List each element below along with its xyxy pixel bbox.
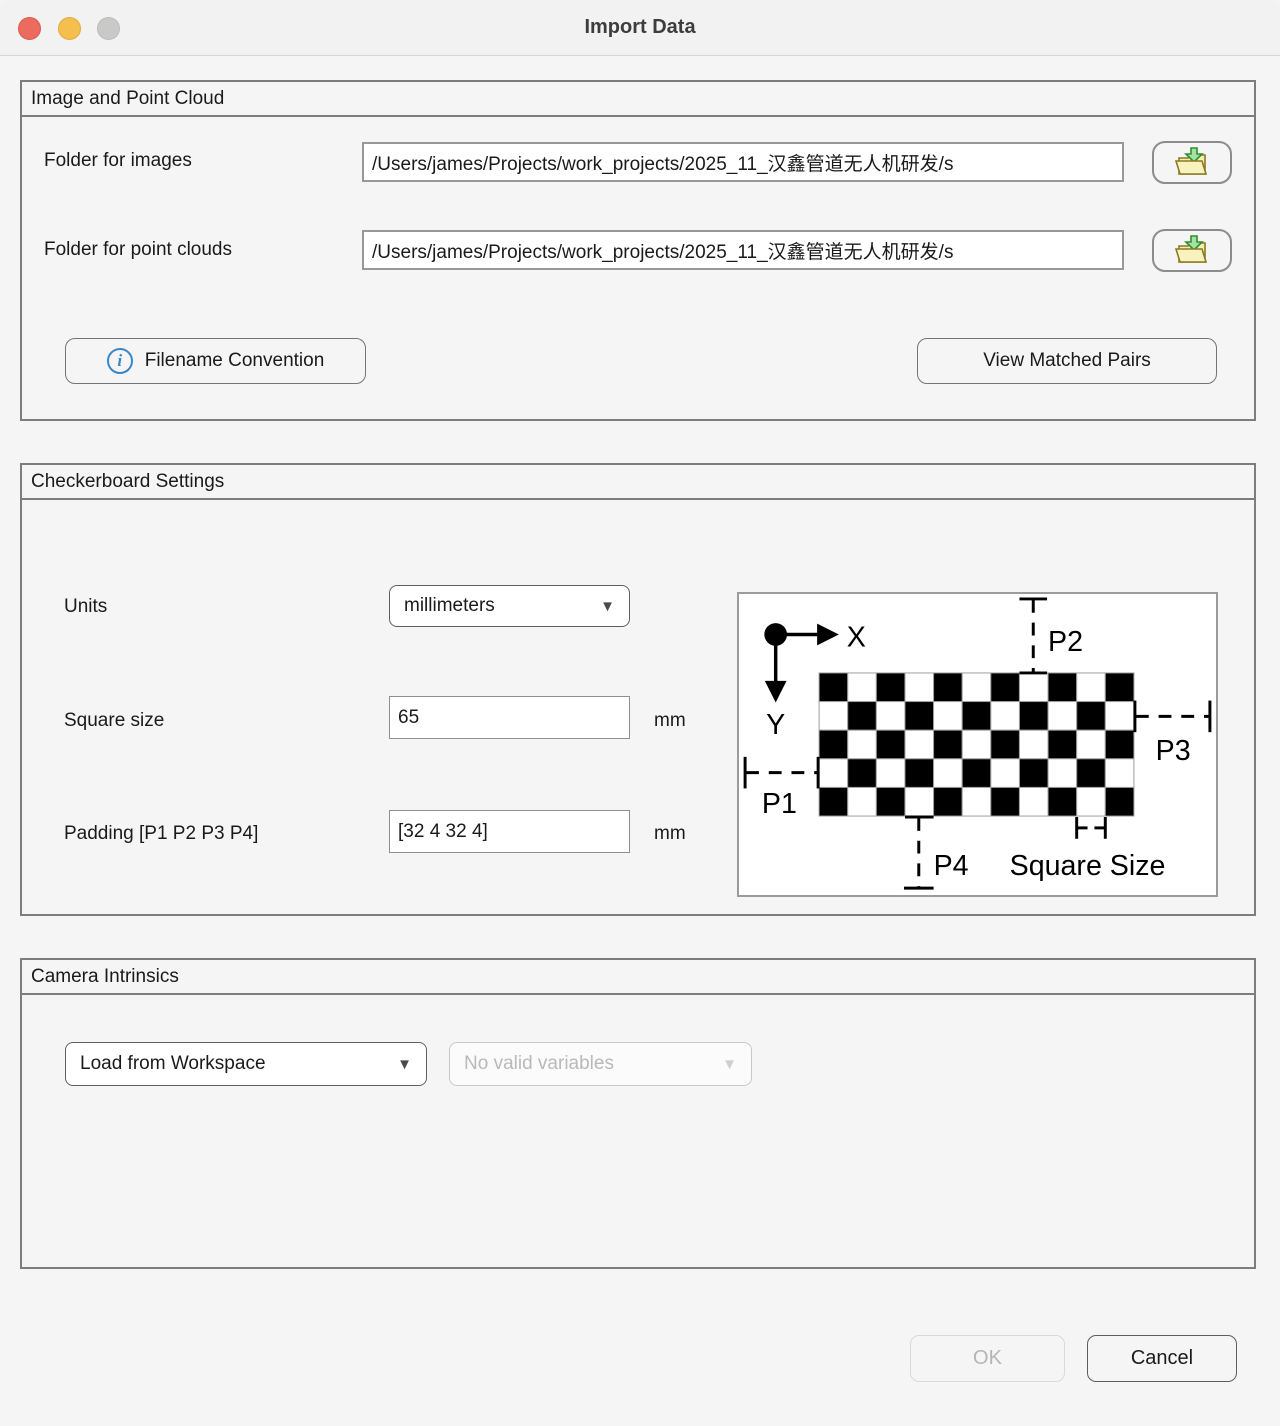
title-bar: Import Data: [0, 0, 1280, 56]
p2-label: P2: [1048, 626, 1083, 658]
square-size-label: Square size: [64, 710, 164, 732]
info-icon: i: [107, 348, 133, 374]
chevron-down-icon: ▼: [722, 1056, 751, 1073]
square-size-diagram-label: Square Size: [1010, 850, 1166, 882]
p1-dimension-line: [745, 757, 818, 789]
cancel-button-label: Cancel: [1131, 1347, 1193, 1370]
x-axis-label: X: [847, 621, 866, 653]
open-folder-icon: [1172, 234, 1212, 267]
section-camera-intrinsics: Camera Intrinsics Load from Workspace ▼ …: [20, 958, 1256, 1269]
view-matched-pairs-label: View Matched Pairs: [983, 350, 1151, 372]
open-folder-icon: [1172, 146, 1212, 179]
p1-label: P1: [762, 788, 797, 820]
units-dropdown[interactable]: millimeters ▼: [389, 585, 630, 627]
chevron-down-icon: ▼: [397, 1056, 426, 1073]
p2-dimension-line: [1019, 599, 1047, 673]
browse-clouds-folder-button[interactable]: [1152, 229, 1232, 272]
filename-convention-label: Filename Convention: [145, 350, 325, 372]
square-size-unit-label: mm: [654, 710, 686, 732]
cancel-button[interactable]: Cancel: [1087, 1335, 1237, 1382]
padding-input[interactable]: [389, 810, 630, 853]
p4-dimension-line: [904, 817, 934, 888]
intrinsics-variable-dropdown: No valid variables ▼: [449, 1042, 752, 1086]
intrinsics-variable-value: No valid variables: [450, 1053, 722, 1075]
p4-label: P4: [934, 850, 969, 882]
p3-label: P3: [1156, 735, 1191, 767]
browse-images-folder-button[interactable]: [1152, 141, 1232, 184]
section-title-camera-intrinsics: Camera Intrinsics: [22, 960, 1254, 995]
ok-button: OK: [910, 1335, 1065, 1382]
x-axis-arrow-icon: [817, 624, 839, 646]
units-dropdown-value: millimeters: [390, 595, 600, 617]
square-size-bracket: [1077, 817, 1106, 839]
ok-button-label: OK: [973, 1347, 1002, 1370]
filename-convention-button[interactable]: i Filename Convention: [65, 338, 366, 384]
view-matched-pairs-button[interactable]: View Matched Pairs: [917, 338, 1217, 384]
square-size-input[interactable]: [389, 696, 630, 739]
folder-images-label: Folder for images: [44, 150, 192, 172]
intrinsics-source-value: Load from Workspace: [66, 1053, 397, 1075]
p3-dimension-line: [1135, 701, 1210, 733]
section-title-checkerboard: Checkerboard Settings: [22, 465, 1254, 500]
units-label: Units: [64, 596, 107, 618]
checkerboard-diagram: X Y P2 P3 P1: [737, 592, 1218, 897]
window-title: Import Data: [0, 0, 1280, 55]
padding-label: Padding [P1 P2 P3 P4]: [64, 823, 258, 845]
folder-clouds-label: Folder for point clouds: [44, 239, 232, 261]
y-axis-label: Y: [766, 709, 785, 741]
section-image-and-point-cloud: Image and Point Cloud Folder for images …: [20, 80, 1256, 421]
intrinsics-source-dropdown[interactable]: Load from Workspace ▼: [65, 1042, 427, 1086]
checkerboard-cells: [819, 673, 1134, 816]
y-axis-arrow-icon: [765, 681, 787, 703]
padding-unit-label: mm: [654, 823, 686, 845]
chevron-down-icon: ▼: [600, 598, 629, 615]
section-title-image-point-cloud: Image and Point Cloud: [22, 82, 1254, 117]
section-checkerboard-settings: Checkerboard Settings Units millimeters …: [20, 463, 1256, 916]
folder-clouds-input[interactable]: [362, 230, 1124, 270]
folder-images-input[interactable]: [362, 142, 1124, 182]
